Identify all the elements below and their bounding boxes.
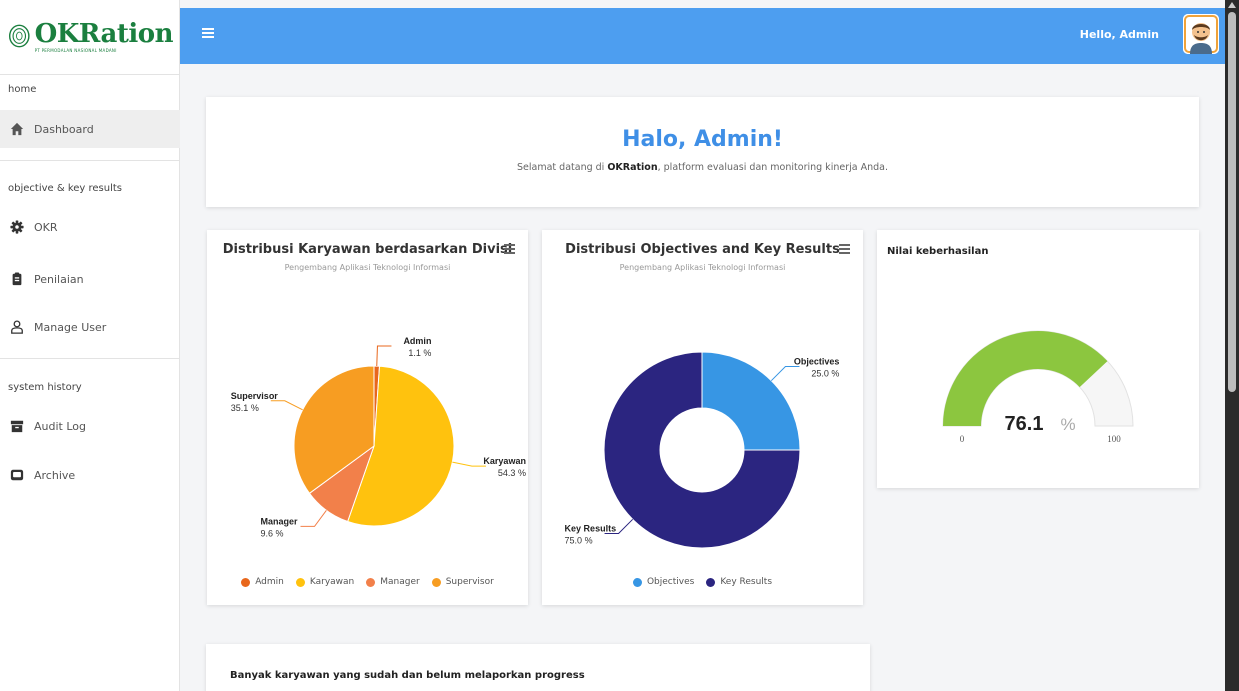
sidebar-item-okr[interactable]: OKR bbox=[0, 208, 180, 246]
sidebar-item-label: Dashboard bbox=[34, 122, 94, 136]
section-label-okr: objective & key results bbox=[8, 183, 123, 194]
sidebar-item-archive[interactable]: Archive bbox=[0, 456, 180, 494]
donut-chart: Objectives 25.0 % Key Results 75.0 % bbox=[565, 351, 840, 549]
data-label-name: Admin bbox=[403, 336, 431, 346]
welcome-text-before: Selamat datang di bbox=[517, 162, 608, 173]
gear-icon bbox=[10, 220, 24, 234]
chart-menu-icon[interactable] bbox=[839, 244, 850, 254]
sidebar-item-penilaian[interactable]: Penilaian bbox=[0, 260, 180, 298]
legend-marker bbox=[241, 577, 251, 587]
data-label-connector bbox=[376, 345, 392, 367]
gauge-unit: % bbox=[1060, 415, 1075, 434]
chart-legend: Admin Karyawan Manager Supervisor bbox=[207, 577, 528, 587]
section-label-system-history: system history bbox=[8, 382, 82, 393]
legend-item[interactable]: Supervisor bbox=[431, 577, 494, 587]
data-label-name: Manager bbox=[261, 516, 299, 526]
welcome-card: Halo, Admin! Selamat datang di OKRation,… bbox=[206, 97, 1199, 207]
chart-menu-icon[interactable] bbox=[504, 244, 515, 254]
logo-mark-icon bbox=[8, 24, 30, 48]
gauge-chart: 76.1 % 0 100 bbox=[942, 330, 1134, 444]
data-label-value: 9.6 % bbox=[261, 528, 284, 538]
progress-report-card: Banyak karyawan yang sudah dan belum mel… bbox=[206, 644, 870, 691]
sidebar: OKRation PT PERMODALAN NASIONAL MADANI h… bbox=[0, 0, 180, 691]
data-label-value: 75.0 % bbox=[565, 535, 593, 545]
section-label-home: home bbox=[8, 84, 37, 95]
sidebar-item-label: Audit Log bbox=[34, 419, 86, 433]
sidebar-item-label: Archive bbox=[34, 468, 76, 482]
legend-label: Karyawan bbox=[309, 577, 355, 587]
legend-item[interactable]: Karyawan bbox=[295, 577, 355, 587]
sidebar-item-label: Penilaian bbox=[34, 272, 84, 286]
data-label-name: Karyawan bbox=[483, 456, 526, 466]
welcome-text-after: , platform evaluasi dan monitoring kiner… bbox=[657, 162, 888, 173]
home-icon bbox=[10, 122, 24, 136]
data-label-value: 25.0 % bbox=[811, 369, 839, 379]
divider bbox=[0, 358, 180, 359]
gauge-min-label: 0 bbox=[960, 434, 965, 444]
welcome-text: Selamat datang di OKRation, platform eva… bbox=[206, 162, 1199, 173]
avatar-face-icon bbox=[1183, 14, 1219, 54]
data-label-name: Supervisor bbox=[231, 391, 279, 401]
sidebar-item-manage-user[interactable]: Manage User bbox=[0, 308, 180, 346]
greeting-text: Hello, Admin bbox=[1079, 28, 1159, 41]
sidebar-item-label: Manage User bbox=[34, 320, 107, 334]
legend-marker bbox=[632, 577, 642, 587]
chart-legend: Objectives Key Results bbox=[542, 577, 863, 587]
legend-item[interactable]: Admin bbox=[241, 577, 284, 587]
legend-marker bbox=[431, 577, 441, 587]
user-icon bbox=[11, 320, 23, 334]
clipboard-icon bbox=[12, 272, 22, 286]
pie-chart-card: Distribusi Karyawan berdasarkan Divisi P… bbox=[207, 230, 528, 605]
data-label-value: 54.3 % bbox=[498, 468, 526, 478]
legend-item[interactable]: Objectives bbox=[632, 577, 695, 587]
legend-marker bbox=[706, 577, 716, 587]
avatar[interactable] bbox=[1183, 14, 1219, 54]
gauge-value: 76.1 bbox=[1005, 413, 1044, 435]
welcome-title: Halo, Admin! bbox=[622, 127, 783, 152]
legend-label: Supervisor bbox=[445, 577, 494, 587]
message-icon bbox=[10, 469, 24, 481]
logo-title: OKRation bbox=[34, 18, 174, 49]
chart-subtitle: Pengembang Aplikasi Teknologi Informasi bbox=[284, 263, 451, 272]
gauge-fill bbox=[943, 331, 1108, 426]
data-label-value: 1.1 % bbox=[408, 348, 431, 358]
scroll-up-arrow-icon[interactable] bbox=[1228, 2, 1236, 8]
top-bar: Hello, Admin bbox=[180, 8, 1225, 64]
scrollbar[interactable] bbox=[1225, 0, 1239, 691]
divider bbox=[0, 160, 180, 161]
divider bbox=[0, 74, 180, 75]
archive-box-icon bbox=[10, 420, 24, 433]
welcome-text-brand: OKRation bbox=[607, 162, 658, 173]
data-label-connector bbox=[300, 510, 327, 527]
data-label-value: 35.1 % bbox=[231, 403, 259, 413]
chart-title: Distribusi Karyawan berdasarkan Divisi bbox=[222, 242, 513, 257]
legend-label: Objectives bbox=[646, 577, 695, 587]
legend-label: Admin bbox=[255, 577, 284, 587]
data-label-connector bbox=[452, 461, 486, 467]
legend-item[interactable]: Key Results bbox=[706, 577, 772, 587]
legend-item[interactable]: Manager bbox=[366, 577, 420, 587]
data-label-connector bbox=[770, 366, 800, 382]
gauge-card: Nilai keberhasilan 76.1% 0 100 bbox=[877, 230, 1199, 488]
progress-report-title: Banyak karyawan yang sudah dan belum mel… bbox=[230, 670, 585, 681]
sidebar-item-dashboard[interactable]: Dashboard bbox=[0, 110, 180, 148]
sidebar-item-label: OKR bbox=[34, 220, 58, 234]
data-label-name: Key Results bbox=[565, 523, 617, 533]
logo[interactable]: OKRation PT PERMODALAN NASIONAL MADANI bbox=[8, 10, 174, 62]
legend-marker bbox=[366, 577, 376, 587]
legend-label: Key Results bbox=[720, 577, 773, 587]
gauge-max-label: 100 bbox=[1107, 434, 1121, 444]
data-label-name: Objectives bbox=[794, 357, 840, 367]
legend-label: Manager bbox=[380, 577, 420, 587]
pie-chart: Admin 1.1 % Karyawan 54.3 % Manager 9.6 % Supe… bbox=[231, 336, 526, 538]
data-label-connector bbox=[270, 400, 303, 411]
hamburger-menu-icon[interactable] bbox=[202, 28, 214, 38]
sidebar-item-audit-log[interactable]: Audit Log bbox=[0, 407, 180, 445]
scrollbar-thumb[interactable] bbox=[1228, 12, 1236, 392]
donut-chart-card: Distribusi Objectives and Key Results Pe… bbox=[542, 230, 863, 605]
chart-subtitle: Pengembang Aplikasi Teknologi Informasi bbox=[619, 263, 786, 272]
legend-marker bbox=[295, 577, 305, 587]
chart-title: Distribusi Objectives and Key Results bbox=[565, 242, 840, 257]
